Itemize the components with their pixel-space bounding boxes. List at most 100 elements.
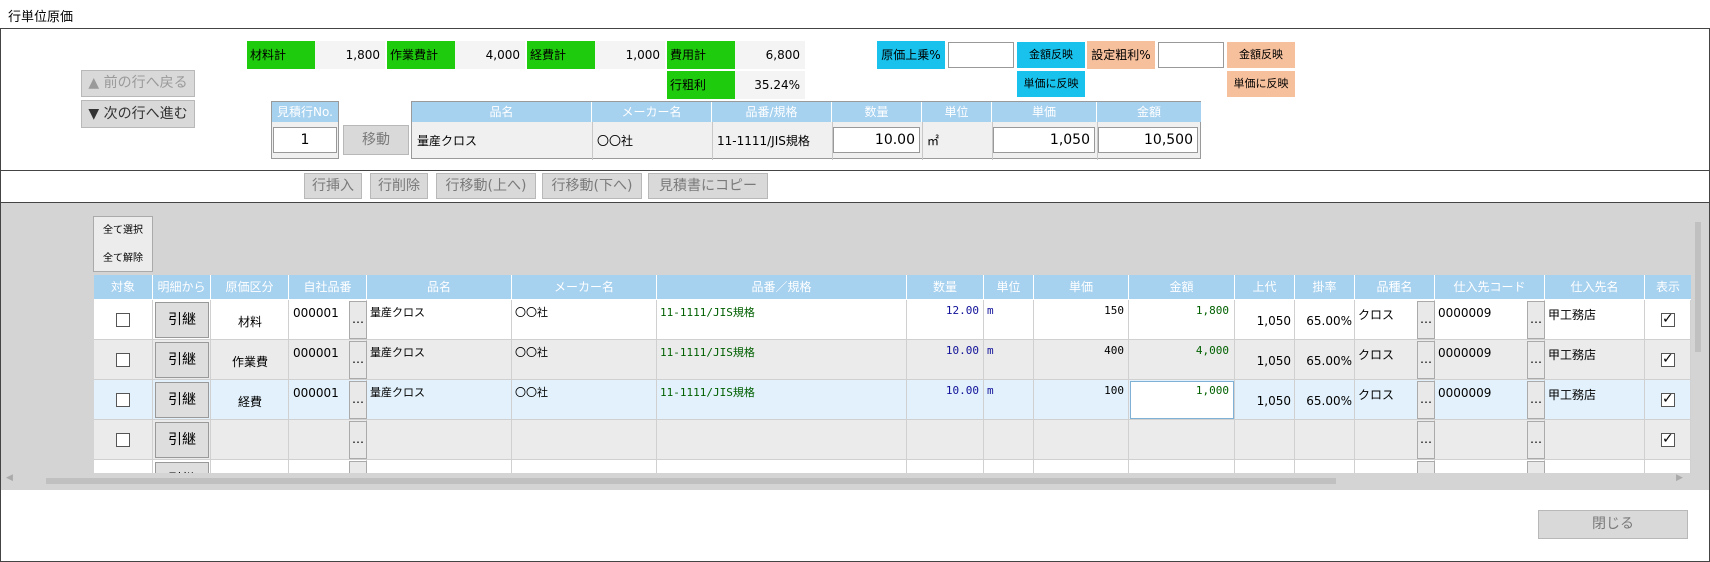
supplier-name: 甲工務店 [1548,388,1597,402]
row-show-checkbox[interactable] [1661,391,1675,407]
row-target-checkbox[interactable] [116,353,130,367]
amount[interactable]: 4,000 [1129,344,1229,357]
own-code: 000001 [293,386,339,400]
rate: 65.00% [1306,314,1352,328]
kind-lookup-button[interactable]: … [1417,421,1435,459]
own-code-lookup-button[interactable]: … [349,301,367,339]
grid-header-supplier-code: 仕入先コード [1435,275,1545,299]
horizontal-scrollbar[interactable]: ◀ ▶ [4,473,1690,486]
line-no-input[interactable]: 1 [273,127,337,153]
own-code-lookup-button[interactable]: … [349,341,367,379]
move-row-down-button[interactable]: 行移動(下へ) [542,173,642,199]
grid-cell [984,460,1034,473]
qty[interactable]: 10.00 [907,384,979,397]
kind-lookup-button[interactable]: … [1417,341,1435,379]
line-qty-input[interactable]: 10.00 [833,127,920,153]
retail-price: 1,050 [1256,394,1291,408]
row-show-checkbox[interactable] [1661,431,1675,447]
own-code-lookup-button[interactable]: … [349,421,367,459]
supplier-lookup-button[interactable]: … [1527,381,1545,419]
supplier-lookup-button[interactable]: … [1527,301,1545,339]
row-show-checkbox[interactable] [1661,351,1675,367]
delete-row-button[interactable]: 行削除 [370,173,428,199]
pull-from-detail-button[interactable]: 引継 [155,422,209,458]
line-spec: 11-1111/JIS規格 [717,134,810,148]
kind-lookup-button[interactable]: … [1417,461,1435,473]
vertical-scrollbar[interactable] [1692,216,1704,474]
markup-percent-input[interactable] [948,42,1014,68]
target-unit-price-button[interactable]: 単価に反映 [1227,71,1295,97]
move-button[interactable]: 移動 [343,125,409,155]
scroll-left-icon[interactable]: ◀ [6,473,13,483]
pull-from-detail-button[interactable]: 引継 [155,382,209,418]
scroll-right-icon[interactable]: ▶ [1676,473,1683,483]
kind-lookup-button[interactable]: … [1417,381,1435,419]
grid-cell [907,460,984,473]
supplier-code: 0000009 [1438,386,1492,400]
pull-from-detail-button[interactable]: 引継 [155,302,209,338]
close-button[interactable]: 閉じる [1538,510,1688,539]
own-code-lookup-button[interactable]: … [349,381,367,419]
grid-header-rate: 掛率 [1295,275,1355,299]
unit: m [987,384,994,397]
supplier-lookup-button[interactable]: … [1527,341,1545,379]
row-target-checkbox[interactable] [116,313,130,327]
pull-from-detail-button[interactable]: 引継 [155,462,209,473]
cost-total-value: 6,800 [735,41,805,69]
prev-row-button[interactable]: ▲ 前の行へ戻る [81,70,195,97]
target-amount-button[interactable]: 金額反映 [1227,42,1295,68]
own-code-lookup-button[interactable]: … [349,461,367,473]
copy-to-estimate-button[interactable]: 見積書にコピー [648,173,768,199]
row-target-checkbox[interactable] [116,393,130,407]
markup-unit-price-button[interactable]: 単価に反映 [1017,71,1085,97]
work-total-label: 作業費計 [387,41,455,69]
line-header-name: 品名 [412,102,592,122]
maker-name: 〇〇社 [515,346,548,359]
next-row-button[interactable]: ▼ 次の行へ進む [81,100,195,128]
rate: 65.00% [1306,394,1352,408]
deselect-all-button[interactable]: 全て解除 [96,247,150,271]
item-name: 量産クロス [370,306,425,319]
grid-header-retail: 上代 [1235,275,1295,299]
row-target-checkbox[interactable] [116,433,130,447]
table-row[interactable]: 引継 … … … [94,460,1691,473]
kind-name: クロス [1358,348,1395,362]
table-row[interactable]: 引継 … … … 材料 000001 量産クロス 〇〇社 11-1111/JIS規格 12.00 m… [94,300,1691,340]
grid-header-price: 単価 [1034,275,1129,299]
line-header-qty: 数量 [832,102,922,122]
kind-lookup-button[interactable]: … [1417,301,1435,339]
grid-cell [367,460,512,473]
line-header-spec: 品番/規格 [712,102,832,122]
move-row-up-button[interactable]: 行移動(上へ) [436,173,536,199]
qty[interactable]: 10.00 [907,344,979,357]
table-row[interactable]: 引継 … … … 作業費 000001 量産クロス 〇〇社 11-1111/JIS規格 10.00… [94,340,1691,380]
markup-amount-button[interactable]: 金額反映 [1017,42,1085,68]
unit-price[interactable]: 150 [1034,304,1124,317]
row-show-checkbox[interactable] [1661,311,1675,327]
amount[interactable]: 1,000 [1129,384,1229,397]
table-row[interactable]: 引継 … … … 経費 000001 量産クロス 〇〇社 11-1111/JIS規格 10.00 m… [94,380,1691,420]
col-sep [592,122,593,160]
line-unit: ㎡ [927,134,940,148]
supplier-lookup-button[interactable]: … [1527,461,1545,473]
select-all-button[interactable]: 全て選択 [96,219,150,243]
horizontal-scroll-thumb[interactable] [46,478,1336,484]
grid-header-maker: メーカー名 [512,275,657,299]
vertical-scroll-thumb[interactable] [1695,222,1701,352]
supplier-lookup-button[interactable]: … [1527,421,1545,459]
spec: 11-1111/JIS規格 [660,386,755,399]
grid-cell [984,420,1034,460]
target-margin-input[interactable] [1158,42,1224,68]
unit-price[interactable]: 400 [1034,344,1124,357]
insert-row-button[interactable]: 行挿入 [304,173,362,199]
supplier-name: 甲工務店 [1548,348,1597,362]
line-price-input[interactable]: 1,050 [993,127,1095,153]
amount[interactable]: 1,800 [1129,304,1229,317]
pull-from-detail-button[interactable]: 引継 [155,342,209,378]
qty[interactable]: 12.00 [907,304,979,317]
table-row[interactable]: 引継 … … … [94,420,1691,460]
expense-total-value: 1,000 [595,41,665,69]
grid-cell [211,420,289,460]
line-amount-input[interactable]: 10,500 [1098,127,1198,153]
unit-price[interactable]: 100 [1034,384,1124,397]
